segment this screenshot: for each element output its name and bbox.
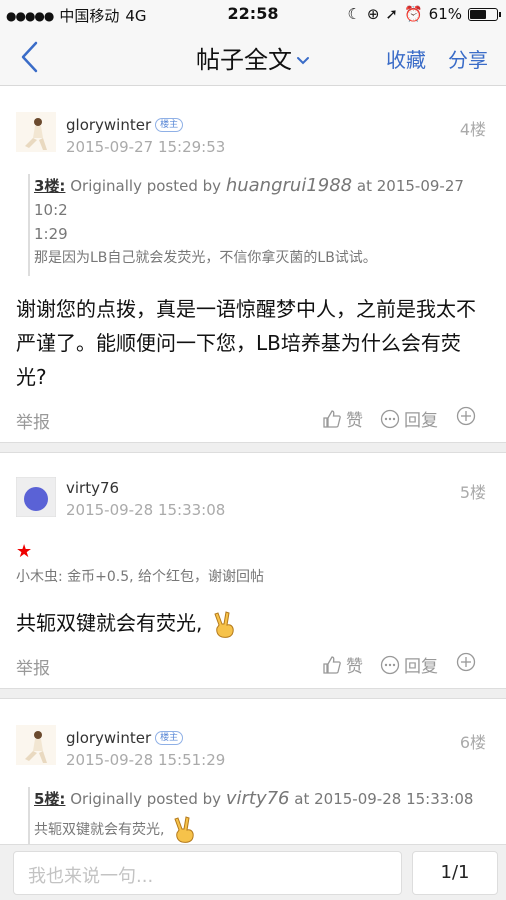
post-separator	[0, 443, 506, 453]
quote-date-cont: 1:29	[34, 225, 68, 243]
quote-date: at 2015-09-28 15:33:08	[294, 790, 474, 808]
floor-number: 4楼	[459, 120, 486, 139]
post-item: glorywinter 楼主 2015-09-28 15:51:29 6楼 5楼…	[0, 699, 506, 844]
avatar[interactable]	[16, 725, 56, 765]
reply-label: 回复	[404, 657, 438, 677]
quote-text-content: 共轭双键就会有荧光,	[34, 822, 165, 838]
add-circle-icon[interactable]	[456, 652, 476, 672]
battery-percent: 61%	[428, 5, 462, 23]
like-label: 赞	[346, 411, 363, 431]
post-actions: 举报 赞 回复	[0, 640, 506, 688]
like-button[interactable]: 赞	[322, 652, 363, 677]
op-badge: 楼主	[155, 731, 184, 745]
post-feed[interactable]: glorywinter 楼主 2015-09-27 15:29:53 4楼 3楼…	[0, 86, 506, 844]
status-bar: ●●●●● 中国移动 4G 22:58 ☾ ⊕ ➚ ⏰ 61%	[0, 0, 506, 28]
quote-block: 5楼: Originally posted by virty76 at 2015…	[28, 787, 488, 844]
reply-label: 回复	[404, 411, 438, 431]
share-button[interactable]: 分享	[448, 44, 488, 73]
more-dots-icon	[380, 655, 400, 674]
battery-icon	[468, 7, 501, 21]
page-title-label: 帖子全文	[196, 46, 292, 74]
username-text: glorywinter	[66, 729, 152, 747]
more-dots-icon	[380, 409, 400, 428]
star-icon: ★	[16, 541, 33, 562]
page-title[interactable]: 帖子全文	[0, 40, 506, 75]
thumbs-up-icon	[323, 409, 341, 428]
username-text: virty76	[66, 479, 120, 497]
victory-hand-emoji-icon	[214, 610, 234, 638]
post-item: virty76 2015-09-28 15:33:08 5楼 ★ 小木虫: 金币…	[0, 453, 506, 689]
nav-bar: 帖子全文 收藏 分享	[0, 28, 506, 86]
quote-block: 3楼: Originally posted by huangrui1988 at…	[28, 174, 488, 276]
quote-user: virty76	[225, 788, 290, 809]
report-button[interactable]: 举报	[16, 654, 50, 679]
quote-floor-link[interactable]: 5楼:	[34, 790, 65, 808]
like-label: 赞	[346, 657, 363, 677]
post-date: 2015-09-28 15:33:08	[66, 501, 226, 519]
floor-number: 6楼	[459, 733, 486, 752]
rotation-lock-icon: ⊕	[366, 5, 380, 23]
floor-number: 5楼	[459, 483, 486, 502]
username[interactable]: glorywinter 楼主	[66, 116, 184, 134]
quote-text: 那是因为LB自己就会发荧光，不信你拿灭菌的LB试试。	[34, 250, 377, 266]
reward-note: ★ 小木虫: 金币+0.5, 给个红包，谢谢回帖	[16, 541, 490, 586]
post-content: 谢谢您的点拨，真是一语惊醒梦中人，之前是我太不严谨了。能顺便问一下您，LB培养基…	[16, 297, 476, 389]
avatar[interactable]	[16, 477, 56, 517]
username[interactable]: virty76	[66, 479, 119, 497]
report-button[interactable]: 举报	[16, 408, 50, 433]
chevron-down-icon	[297, 57, 309, 65]
location-arrow-icon: ➚	[385, 5, 398, 23]
bottom-bar: 我也来说一句... 1/1	[0, 844, 506, 900]
quote-user: huangrui1988	[225, 175, 353, 196]
quote-prefix: Originally posted by	[70, 177, 222, 195]
quote-text: 共轭双键就会有荧光,	[34, 815, 488, 844]
reply-button[interactable]: 回复	[380, 652, 438, 677]
page-indicator[interactable]: 1/1	[412, 851, 498, 895]
post-content-text: 共轭双键就会有荧光,	[16, 611, 203, 635]
victory-hand-emoji-icon	[174, 816, 194, 843]
avatar[interactable]	[16, 112, 56, 152]
post-item: glorywinter 楼主 2015-09-27 15:29:53 4楼 3楼…	[0, 86, 506, 443]
username[interactable]: glorywinter 楼主	[66, 729, 184, 747]
comment-input[interactable]: 我也来说一句...	[13, 851, 402, 895]
moon-icon: ☾	[347, 5, 361, 23]
reply-button[interactable]: 回复	[380, 406, 438, 431]
username-text: glorywinter	[66, 116, 152, 134]
alarm-icon: ⏰	[403, 5, 423, 23]
add-circle-icon[interactable]	[456, 406, 476, 426]
favorite-button[interactable]: 收藏	[386, 44, 426, 73]
post-actions: 举报 赞 回复	[0, 394, 506, 442]
post-content: 共轭双键就会有荧光,	[16, 606, 490, 640]
thumbs-up-icon	[323, 655, 341, 674]
post-separator	[0, 689, 506, 699]
quote-prefix: Originally posted by	[70, 790, 222, 808]
post-date: 2015-09-28 15:51:29	[66, 751, 226, 769]
post-date: 2015-09-27 15:29:53	[66, 138, 226, 156]
reward-text: 小木虫: 金币+0.5, 给个红包，谢谢回帖	[16, 569, 265, 585]
like-button[interactable]: 赞	[322, 406, 363, 431]
quote-floor-link[interactable]: 3楼:	[34, 177, 65, 195]
op-badge: 楼主	[155, 118, 184, 132]
